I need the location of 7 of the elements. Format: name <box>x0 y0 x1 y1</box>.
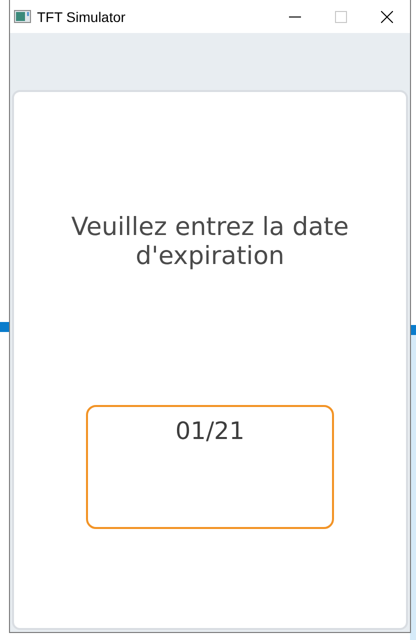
app-icon <box>14 10 31 23</box>
maximize-icon <box>335 10 347 22</box>
prompt-text: Veuillez entrez la date d'expiration <box>70 212 350 270</box>
background-panel <box>0 322 10 332</box>
window-title: TFT Simulator <box>37 8 126 24</box>
close-icon <box>381 10 393 22</box>
date-input-field[interactable]: 01/21 <box>86 405 334 529</box>
